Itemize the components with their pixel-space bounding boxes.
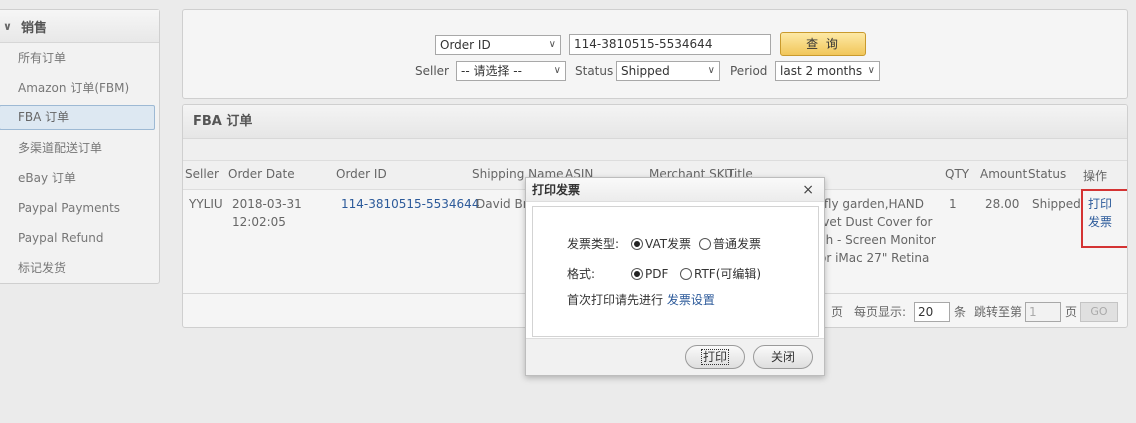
order-id-link[interactable]: 114-3810515-5534644 bbox=[341, 195, 479, 213]
cell-amount: 28.00 bbox=[985, 197, 1020, 211]
dialog-header: 打印发票 × bbox=[526, 178, 824, 202]
query-button[interactable]: 查 询 bbox=[780, 32, 866, 56]
print-button[interactable]: 打印 bbox=[685, 345, 745, 369]
close-icon[interactable]: × bbox=[802, 178, 814, 202]
sidebar: ∨ 销售 所有订单 Amazon 订单(FBM) FBA 订单 多渠道配送订单 … bbox=[0, 9, 160, 284]
col-order-id: Order ID bbox=[336, 167, 387, 181]
radio-normal[interactable]: 普通发票 bbox=[699, 236, 761, 252]
radio-selected-icon bbox=[631, 268, 643, 280]
cell-seller: YYLIU bbox=[189, 197, 223, 211]
settings-hint-text: 首次打印请先进行 bbox=[567, 293, 664, 307]
sidebar-item-fba-orders[interactable]: FBA 订单 bbox=[0, 105, 155, 130]
chevron-down-icon: ∨ bbox=[707, 65, 715, 76]
seller-label: Seller bbox=[415, 64, 449, 78]
status-select[interactable]: Shipped ∨ bbox=[616, 61, 720, 81]
chevron-down-icon: ∨ bbox=[867, 65, 875, 76]
col-seller: Seller bbox=[185, 167, 219, 181]
col-amount: Amount bbox=[980, 167, 1028, 181]
cell-status: Shipped bbox=[1032, 197, 1081, 211]
per-page-label: 每页显示: bbox=[854, 305, 907, 319]
search-panel: Order ID ∨ 114-3810515-5534644 查 询 Selle… bbox=[182, 9, 1128, 99]
radio-selected-icon bbox=[631, 238, 643, 250]
radio-empty-icon bbox=[680, 268, 692, 280]
sidebar-item-ebay[interactable]: eBay 订单 bbox=[0, 163, 159, 193]
cell-title-line: rfly garden,HAND bbox=[819, 197, 924, 211]
chevron-down-icon: ∨ bbox=[3, 19, 12, 33]
order-id-input[interactable]: 114-3810515-5534644 bbox=[569, 34, 771, 55]
radio-rtf[interactable]: RTF(可编辑) bbox=[680, 266, 761, 282]
col-status: Status bbox=[1028, 167, 1067, 181]
status-select-value: Shipped bbox=[621, 64, 670, 78]
print-invoice-dialog: 打印发票 × 发票类型: VAT发票 普通发票 格式: PDF RTF(可编辑)… bbox=[525, 177, 825, 376]
chevron-down-icon: ∨ bbox=[548, 39, 556, 50]
print-button-label: 打印 bbox=[700, 349, 729, 365]
sidebar-item-multichannel[interactable]: 多渠道配送订单 bbox=[0, 133, 159, 163]
dialog-title: 打印发票 bbox=[532, 183, 581, 197]
invoice-type-label: 发票类型: bbox=[567, 237, 620, 251]
per-page-unit: 条 bbox=[954, 305, 967, 319]
cell-order-time: 12:02:05 bbox=[232, 215, 286, 229]
radio-pdf[interactable]: PDF bbox=[631, 266, 668, 282]
highlight-box bbox=[1081, 189, 1127, 248]
panel-title: FBA 订单 bbox=[183, 105, 1127, 139]
period-select-value: last 2 months bbox=[780, 64, 863, 78]
pager-page-suffix: 页 bbox=[831, 305, 844, 319]
cell-qty: 1 bbox=[949, 197, 957, 211]
sidebar-header[interactable]: ∨ 销售 bbox=[0, 10, 159, 43]
invoice-settings-link[interactable]: 发票设置 bbox=[667, 293, 715, 307]
radio-normal-label: 普通发票 bbox=[713, 237, 762, 251]
seller-select-value: -- 请选择 -- bbox=[461, 64, 522, 78]
field-select[interactable]: Order ID ∨ bbox=[435, 35, 561, 55]
dialog-footer: 打印 关闭 bbox=[526, 338, 824, 375]
cell-title-line: or iMac 27" Retina bbox=[819, 251, 930, 265]
field-select-value: Order ID bbox=[440, 38, 491, 52]
sidebar-item-mark-shipped[interactable]: 标记发货 bbox=[0, 253, 159, 283]
per-page-input[interactable]: 20 bbox=[914, 302, 950, 322]
format-label: 格式: bbox=[567, 267, 596, 281]
radio-vat[interactable]: VAT发票 bbox=[631, 236, 691, 252]
cell-title-line: lvet Dust Cover for bbox=[819, 215, 933, 229]
sidebar-header-label: 销售 bbox=[21, 20, 48, 36]
chevron-down-icon: ∨ bbox=[553, 65, 561, 76]
sidebar-item-paypal-refund[interactable]: Paypal Refund bbox=[0, 223, 159, 253]
jump-label: 跳转至第 bbox=[974, 305, 1023, 319]
jump-page-input[interactable]: 1 bbox=[1025, 302, 1061, 322]
col-qty: QTY bbox=[945, 167, 970, 181]
go-button[interactable]: GO bbox=[1080, 302, 1118, 322]
jump-unit: 页 bbox=[1065, 305, 1078, 319]
settings-hint: 首次打印请先进行 发票设置 bbox=[567, 292, 715, 308]
col-order-date: Order Date bbox=[228, 167, 295, 181]
radio-empty-icon bbox=[699, 238, 711, 250]
close-button[interactable]: 关闭 bbox=[753, 345, 813, 369]
cell-order-date: 2018-03-31 bbox=[232, 197, 302, 211]
dialog-body: 发票类型: VAT发票 普通发票 格式: PDF RTF(可编辑) 首次打印请先… bbox=[532, 206, 819, 337]
period-select[interactable]: last 2 months ∨ bbox=[775, 61, 880, 81]
col-ops: 操作 bbox=[1083, 169, 1108, 183]
cell-title-line: ch - Screen Monitor bbox=[819, 233, 936, 247]
sidebar-item-paypal-payments[interactable]: Paypal Payments bbox=[0, 193, 159, 223]
sidebar-item-all-orders[interactable]: 所有订单 bbox=[0, 43, 159, 73]
status-label: Status bbox=[575, 64, 614, 78]
period-label: Period bbox=[730, 64, 768, 78]
seller-select[interactable]: -- 请选择 -- ∨ bbox=[456, 61, 566, 81]
radio-pdf-label: PDF bbox=[645, 267, 669, 281]
panel-toolbar bbox=[183, 139, 1127, 161]
sidebar-item-amazon-fbm[interactable]: Amazon 订单(FBM) bbox=[0, 73, 159, 103]
radio-rtf-label: RTF(可编辑) bbox=[694, 267, 762, 281]
radio-vat-label: VAT发票 bbox=[645, 237, 692, 251]
